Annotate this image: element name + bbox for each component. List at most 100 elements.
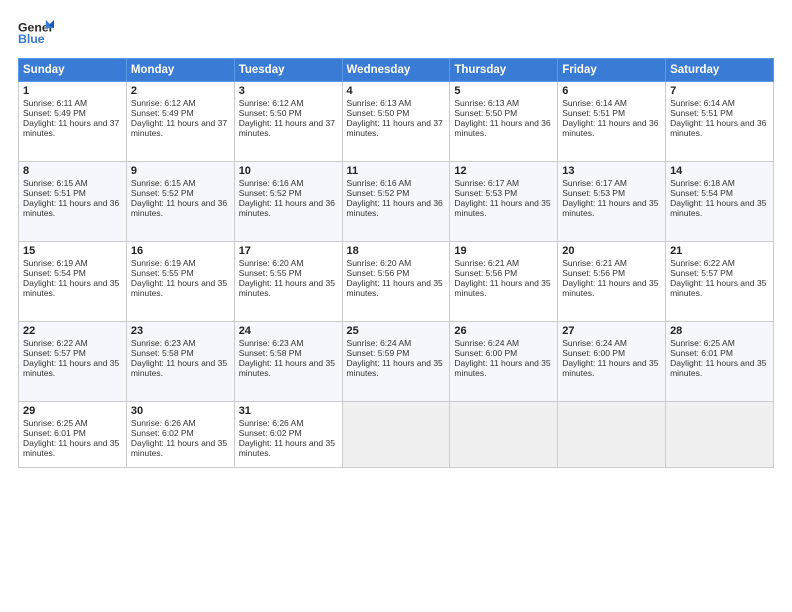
daylight-label: Daylight: 11 hours and 36 minutes. — [347, 198, 443, 218]
sunset-label: Sunset: 5:58 PM — [239, 348, 302, 358]
daylight-label: Daylight: 11 hours and 36 minutes. — [239, 198, 335, 218]
day-number: 17 — [239, 245, 338, 257]
sunset-label: Sunset: 5:51 PM — [562, 108, 625, 118]
sunrise-label: Sunrise: 6:26 AM — [131, 418, 196, 428]
calendar-cell: 3 Sunrise: 6:12 AM Sunset: 5:50 PM Dayli… — [234, 82, 342, 162]
daylight-label: Daylight: 11 hours and 35 minutes. — [454, 198, 550, 218]
day-number: 8 — [23, 165, 122, 177]
sunrise-label: Sunrise: 6:22 AM — [23, 338, 88, 348]
day-number: 31 — [239, 405, 338, 417]
header: General Blue — [18, 18, 774, 48]
calendar-cell: 1 Sunrise: 6:11 AM Sunset: 5:49 PM Dayli… — [19, 82, 127, 162]
calendar-cell: 17 Sunrise: 6:20 AM Sunset: 5:55 PM Dayl… — [234, 242, 342, 322]
sunset-label: Sunset: 5:53 PM — [562, 188, 625, 198]
daylight-label: Daylight: 11 hours and 35 minutes. — [347, 278, 443, 298]
daylight-label: Daylight: 11 hours and 35 minutes. — [239, 278, 335, 298]
daylight-label: Daylight: 11 hours and 35 minutes. — [23, 438, 119, 458]
sunset-label: Sunset: 6:00 PM — [454, 348, 517, 358]
daylight-label: Daylight: 11 hours and 35 minutes. — [131, 358, 227, 378]
sunset-label: Sunset: 5:52 PM — [131, 188, 194, 198]
day-number: 4 — [347, 85, 446, 97]
sunrise-label: Sunrise: 6:13 AM — [454, 98, 519, 108]
sunset-label: Sunset: 5:57 PM — [670, 268, 733, 278]
day-number: 22 — [23, 325, 122, 337]
sunset-label: Sunset: 5:57 PM — [23, 348, 86, 358]
sunrise-label: Sunrise: 6:12 AM — [131, 98, 196, 108]
logo-icon: General Blue — [18, 18, 54, 48]
sunset-label: Sunset: 5:56 PM — [562, 268, 625, 278]
daylight-label: Daylight: 11 hours and 37 minutes. — [239, 118, 335, 138]
daylight-label: Daylight: 11 hours and 35 minutes. — [239, 438, 335, 458]
sunrise-label: Sunrise: 6:16 AM — [347, 178, 412, 188]
calendar-cell — [342, 402, 450, 468]
weekday-header: Friday — [558, 59, 666, 82]
sunset-label: Sunset: 5:59 PM — [347, 348, 410, 358]
calendar-cell: 12 Sunrise: 6:17 AM Sunset: 5:53 PM Dayl… — [450, 162, 558, 242]
daylight-label: Daylight: 11 hours and 35 minutes. — [454, 358, 550, 378]
daylight-label: Daylight: 11 hours and 36 minutes. — [131, 198, 227, 218]
sunset-label: Sunset: 6:02 PM — [131, 428, 194, 438]
calendar-cell: 22 Sunrise: 6:22 AM Sunset: 5:57 PM Dayl… — [19, 322, 127, 402]
day-number: 29 — [23, 405, 122, 417]
calendar-cell: 23 Sunrise: 6:23 AM Sunset: 5:58 PM Dayl… — [126, 322, 234, 402]
sunrise-label: Sunrise: 6:21 AM — [562, 258, 627, 268]
daylight-label: Daylight: 11 hours and 36 minutes. — [670, 118, 766, 138]
daylight-label: Daylight: 11 hours and 37 minutes. — [23, 118, 119, 138]
day-number: 27 — [562, 325, 661, 337]
day-number: 15 — [23, 245, 122, 257]
sunrise-label: Sunrise: 6:19 AM — [23, 258, 88, 268]
sunrise-label: Sunrise: 6:23 AM — [239, 338, 304, 348]
sunrise-label: Sunrise: 6:18 AM — [670, 178, 735, 188]
sunset-label: Sunset: 6:01 PM — [670, 348, 733, 358]
calendar-cell: 27 Sunrise: 6:24 AM Sunset: 6:00 PM Dayl… — [558, 322, 666, 402]
weekday-header: Thursday — [450, 59, 558, 82]
sunset-label: Sunset: 5:55 PM — [131, 268, 194, 278]
sunset-label: Sunset: 6:00 PM — [562, 348, 625, 358]
calendar-cell: 16 Sunrise: 6:19 AM Sunset: 5:55 PM Dayl… — [126, 242, 234, 322]
sunset-label: Sunset: 5:58 PM — [131, 348, 194, 358]
daylight-label: Daylight: 11 hours and 35 minutes. — [454, 278, 550, 298]
day-number: 28 — [670, 325, 769, 337]
daylight-label: Daylight: 11 hours and 37 minutes. — [347, 118, 443, 138]
sunrise-label: Sunrise: 6:19 AM — [131, 258, 196, 268]
calendar-cell: 9 Sunrise: 6:15 AM Sunset: 5:52 PM Dayli… — [126, 162, 234, 242]
sunset-label: Sunset: 5:54 PM — [23, 268, 86, 278]
sunset-label: Sunset: 5:49 PM — [131, 108, 194, 118]
daylight-label: Daylight: 11 hours and 35 minutes. — [562, 198, 658, 218]
calendar-cell: 8 Sunrise: 6:15 AM Sunset: 5:51 PM Dayli… — [19, 162, 127, 242]
sunrise-label: Sunrise: 6:24 AM — [454, 338, 519, 348]
sunrise-label: Sunrise: 6:14 AM — [562, 98, 627, 108]
day-number: 11 — [347, 165, 446, 177]
sunrise-label: Sunrise: 6:16 AM — [239, 178, 304, 188]
calendar-cell: 29 Sunrise: 6:25 AM Sunset: 6:01 PM Dayl… — [19, 402, 127, 468]
calendar-cell: 31 Sunrise: 6:26 AM Sunset: 6:02 PM Dayl… — [234, 402, 342, 468]
calendar-cell: 7 Sunrise: 6:14 AM Sunset: 5:51 PM Dayli… — [666, 82, 774, 162]
sunrise-label: Sunrise: 6:15 AM — [131, 178, 196, 188]
page: General Blue SundayMondayTuesdayWednesda… — [0, 0, 792, 612]
calendar-cell: 4 Sunrise: 6:13 AM Sunset: 5:50 PM Dayli… — [342, 82, 450, 162]
day-number: 14 — [670, 165, 769, 177]
daylight-label: Daylight: 11 hours and 35 minutes. — [131, 438, 227, 458]
sunset-label: Sunset: 5:53 PM — [454, 188, 517, 198]
sunset-label: Sunset: 5:52 PM — [347, 188, 410, 198]
calendar-cell: 14 Sunrise: 6:18 AM Sunset: 5:54 PM Dayl… — [666, 162, 774, 242]
weekday-header: Wednesday — [342, 59, 450, 82]
sunrise-label: Sunrise: 6:25 AM — [23, 418, 88, 428]
sunset-label: Sunset: 5:51 PM — [23, 188, 86, 198]
logo: General Blue — [18, 18, 54, 48]
sunset-label: Sunset: 5:54 PM — [670, 188, 733, 198]
calendar-cell: 19 Sunrise: 6:21 AM Sunset: 5:56 PM Dayl… — [450, 242, 558, 322]
calendar-cell: 28 Sunrise: 6:25 AM Sunset: 6:01 PM Dayl… — [666, 322, 774, 402]
sunset-label: Sunset: 5:50 PM — [239, 108, 302, 118]
sunrise-label: Sunrise: 6:24 AM — [347, 338, 412, 348]
calendar-cell: 6 Sunrise: 6:14 AM Sunset: 5:51 PM Dayli… — [558, 82, 666, 162]
sunset-label: Sunset: 5:50 PM — [454, 108, 517, 118]
calendar-cell — [558, 402, 666, 468]
sunset-label: Sunset: 5:56 PM — [347, 268, 410, 278]
calendar-cell: 15 Sunrise: 6:19 AM Sunset: 5:54 PM Dayl… — [19, 242, 127, 322]
daylight-label: Daylight: 11 hours and 35 minutes. — [562, 358, 658, 378]
day-number: 7 — [670, 85, 769, 97]
sunset-label: Sunset: 5:52 PM — [239, 188, 302, 198]
weekday-header: Monday — [126, 59, 234, 82]
day-number: 9 — [131, 165, 230, 177]
